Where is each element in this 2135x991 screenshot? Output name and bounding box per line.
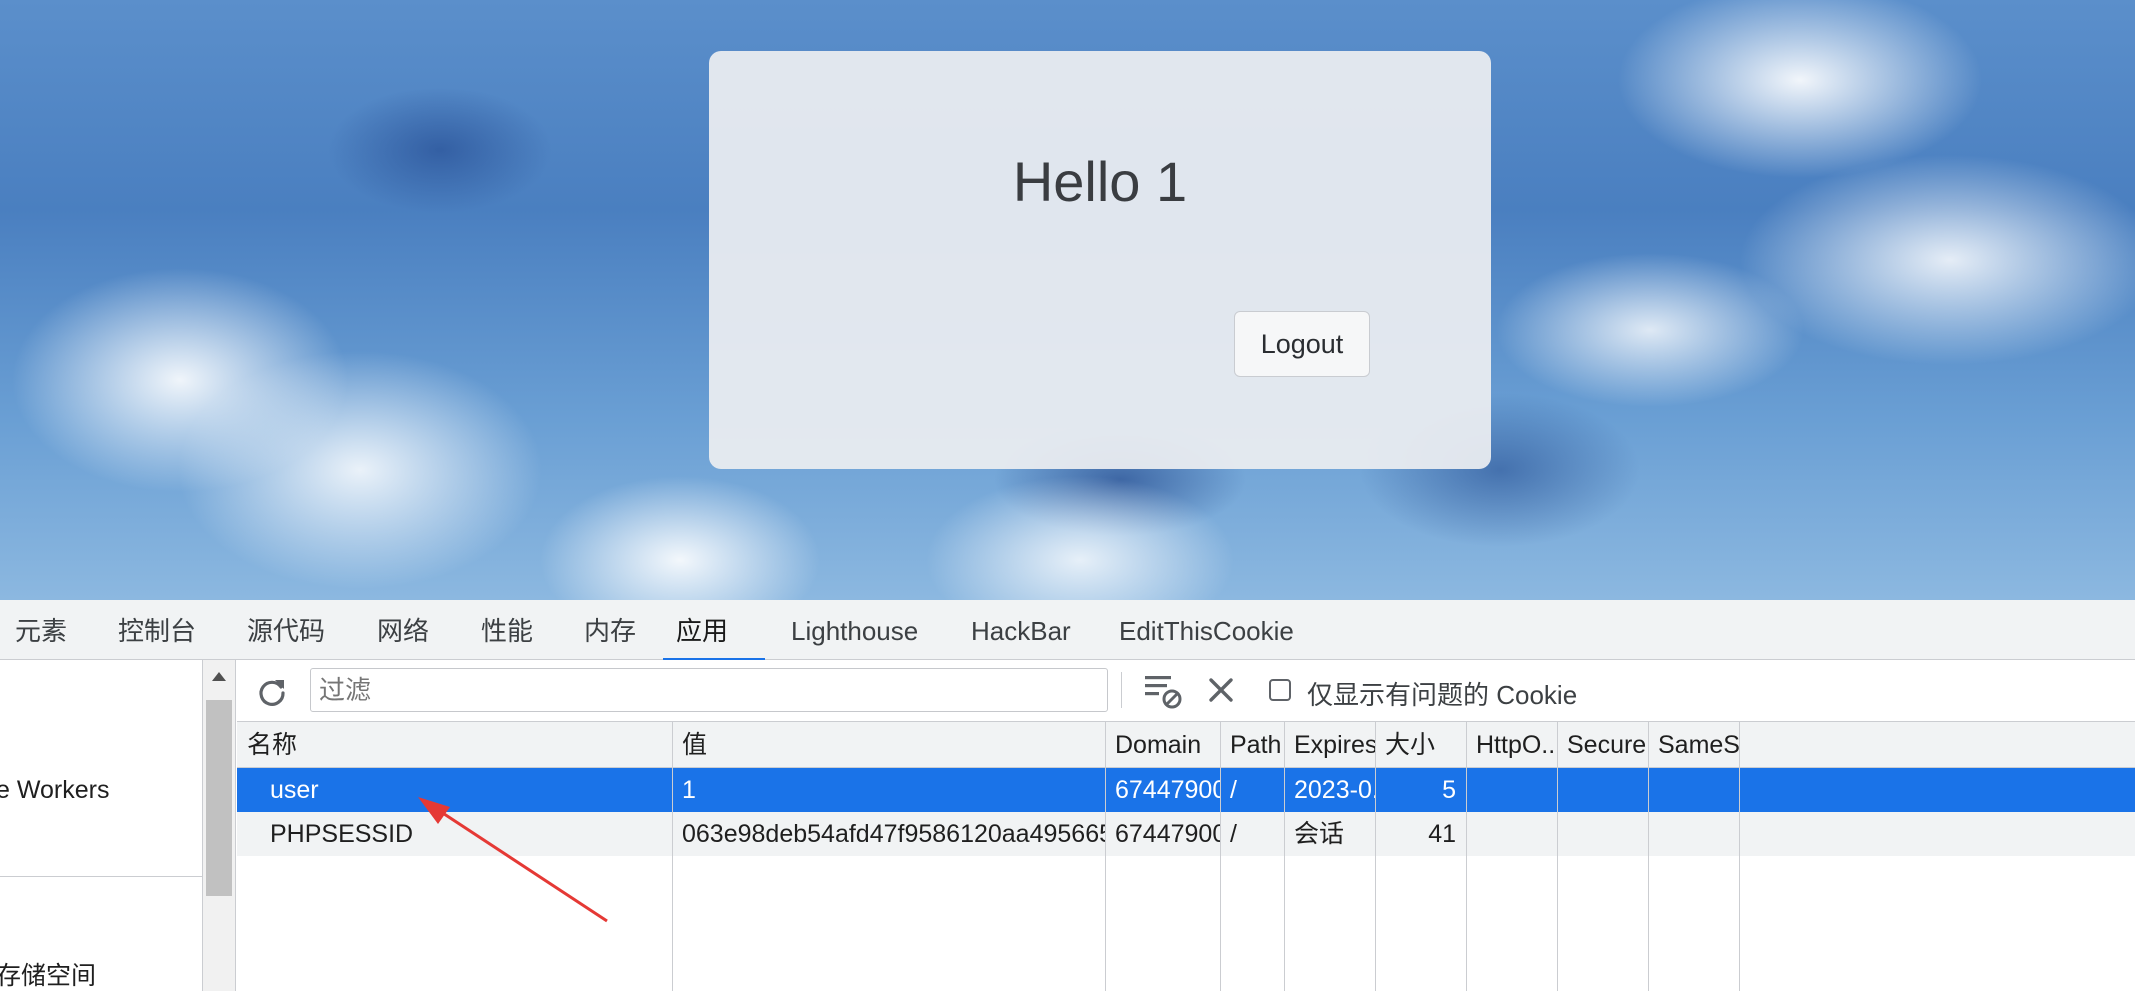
devtools-panel: 元素 控制台 源代码 网络 性能 内存 应用 Lighthouse HackBa… [0, 600, 2135, 991]
cell-expires: 会话 [1294, 820, 1345, 848]
column-divider[interactable] [672, 722, 673, 991]
only-issues-checkbox[interactable] [1269, 679, 1291, 701]
only-issues-label: 仅显示有问题的 Cookie [1307, 680, 1578, 710]
triangle-up-icon[interactable] [212, 672, 226, 681]
cell-domain: 67447900... [1115, 820, 1220, 848]
column-header-path[interactable]: Path [1220, 722, 1284, 768]
column-divider[interactable] [1648, 722, 1649, 991]
sidebar-scrollbar[interactable] [203, 660, 236, 991]
column-header-expires[interactable]: Expires... [1284, 722, 1375, 768]
column-divider[interactable] [1739, 722, 1740, 991]
column-divider[interactable] [1220, 722, 1221, 991]
devtools-tab-bar: 元素 控制台 源代码 网络 性能 内存 应用 Lighthouse HackBa… [0, 600, 2135, 661]
column-header-samesite[interactable]: SameS... [1648, 722, 1739, 768]
tab-console[interactable]: 控制台 [105, 600, 209, 660]
column-header-value[interactable]: 值 [672, 722, 1105, 768]
table-row[interactable]: PHPSESSID 063e98deb54afd47f9586120aa4956… [237, 812, 2135, 856]
toolbar-separator [1121, 672, 1122, 708]
column-header-domain[interactable]: Domain [1105, 722, 1220, 768]
column-divider[interactable] [1466, 722, 1467, 991]
welcome-card: Hello 1 Logout [709, 51, 1491, 469]
cell-expires: 2023-0... [1294, 776, 1375, 804]
tab-elements[interactable]: 元素 [2, 600, 80, 660]
cell-path: / [1230, 776, 1237, 804]
close-icon[interactable] [1205, 674, 1237, 706]
cell-path: / [1230, 820, 1237, 848]
logout-button[interactable]: Logout [1234, 311, 1370, 377]
cookies-table: 名称 值 Domain Path Expires... 大小 HttpO... … [237, 722, 2135, 991]
page-viewport: Hello 1 Logout [0, 0, 2135, 600]
column-divider[interactable] [1284, 722, 1285, 991]
application-sidebar: e Workers 存储空间 [0, 660, 203, 991]
tab-application[interactable]: 应用 [663, 600, 765, 661]
table-row[interactable]: user 1 67447900... / 2023-0... 5 [237, 768, 2135, 812]
column-divider[interactable] [1557, 722, 1558, 991]
sidebar-item-service-workers[interactable]: e Workers [0, 776, 109, 805]
clear-filter-icon[interactable] [1143, 672, 1183, 710]
cell-value: 1 [682, 776, 696, 804]
cell-size: 5 [1442, 776, 1456, 804]
column-header-name[interactable]: 名称 [237, 722, 672, 768]
filter-input[interactable] [310, 668, 1108, 712]
tab-network[interactable]: 网络 [364, 600, 442, 660]
sidebar-divider [0, 876, 202, 877]
tab-lighthouse[interactable]: Lighthouse [778, 600, 931, 660]
cell-domain: 67447900... [1115, 776, 1220, 804]
cell-name: PHPSESSID [270, 820, 414, 848]
tab-performance[interactable]: 性能 [468, 600, 546, 660]
cell-value: 063e98deb54afd47f9586120aa495665 [682, 820, 1105, 848]
column-divider[interactable] [1375, 722, 1376, 991]
cell-size: 41 [1428, 820, 1456, 848]
tab-memory[interactable]: 内存 [571, 600, 649, 660]
column-header-secure[interactable]: Secure [1557, 722, 1648, 768]
column-divider[interactable] [1105, 722, 1106, 991]
greeting-heading: Hello 1 [1012, 150, 1188, 213]
tab-hackbar[interactable]: HackBar [958, 600, 1084, 660]
column-header-httponly[interactable]: HttpO... [1466, 722, 1557, 768]
column-header-size[interactable]: 大小 [1375, 722, 1466, 768]
tab-sources[interactable]: 源代码 [234, 600, 338, 660]
cookies-toolbar: 仅显示有问题的 Cookie [237, 660, 2135, 722]
scrollbar-thumb[interactable] [206, 700, 232, 896]
table-header: 名称 值 Domain Path Expires... 大小 HttpO... … [237, 722, 2135, 768]
tab-editthiscookie[interactable]: EditThisCookie [1106, 600, 1307, 660]
cell-name: user [270, 776, 319, 804]
refresh-icon[interactable] [256, 676, 288, 708]
sidebar-item-storage[interactable]: 存储空间 [0, 956, 96, 991]
